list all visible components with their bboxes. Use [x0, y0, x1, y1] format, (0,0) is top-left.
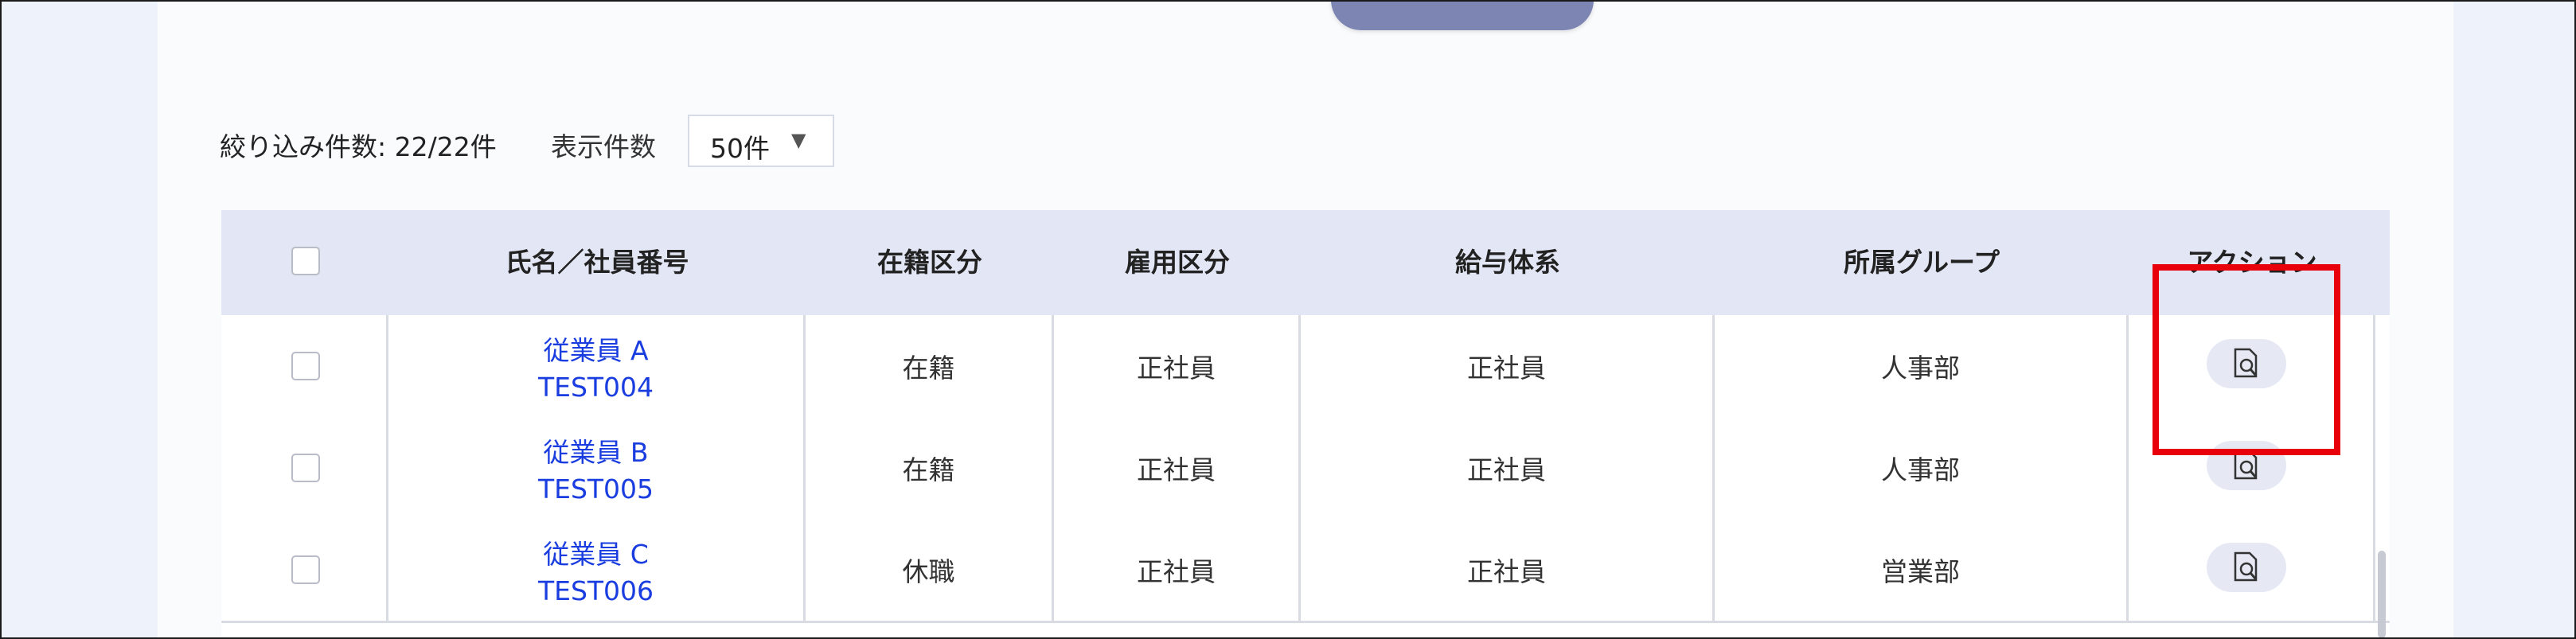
- column-header-pay: 給与体系: [1455, 247, 1560, 278]
- enrollment-cell: 在籍: [806, 417, 1054, 519]
- vertical-scrollbar[interactable]: [2378, 551, 2386, 637]
- checkbox-cell: [221, 519, 388, 621]
- employee-id[interactable]: TEST005: [388, 471, 803, 508]
- screenshot-frame: 絞り込み件数: 22/22件 表示件数 50件 ▼ 氏名／社員番号 在籍区分 雇…: [0, 0, 2576, 639]
- table-row: 従業員 A TEST004 在籍 正社員 正社員 人事部: [221, 315, 2390, 419]
- employee-link[interactable]: 従業員 B TEST005: [388, 434, 803, 508]
- per-page-select[interactable]: 50件 ▼: [688, 115, 834, 167]
- employee-name[interactable]: 従業員 B: [388, 434, 803, 471]
- enrollment-value: 休職: [902, 556, 955, 587]
- filter-count: 絞り込み件数: 22/22件: [220, 131, 497, 162]
- select-all-checkbox[interactable]: [291, 247, 320, 275]
- pay-cell: 正社員: [1301, 519, 1715, 621]
- per-page-label: 表示件数: [551, 131, 656, 162]
- employee-name[interactable]: 従業員 A: [388, 333, 803, 369]
- pay-value: 正社員: [1467, 454, 1546, 485]
- pay-value: 正社員: [1467, 556, 1546, 587]
- group-value: 人事部: [1881, 353, 1960, 384]
- employment-cell: 正社員: [1054, 519, 1301, 621]
- action-cell: [2129, 519, 2375, 621]
- name-cell: 従業員 A TEST004: [388, 315, 806, 417]
- group-value: 営業部: [1881, 556, 1960, 587]
- employee-table: 氏名／社員番号 在籍区分 雇用区分 給与体系 所属グループ アクション 従業員 …: [221, 210, 2390, 637]
- employment-value: 正社員: [1137, 556, 1216, 587]
- group-value: 人事部: [1881, 454, 1960, 485]
- column-header-employment: 雇用区分: [1125, 247, 1230, 278]
- employment-value: 正社員: [1137, 353, 1216, 384]
- row-checkbox[interactable]: [291, 555, 320, 584]
- name-cell: 従業員 C TEST006: [388, 519, 806, 621]
- employee-link[interactable]: 従業員 A TEST004: [388, 333, 803, 406]
- chevron-down-icon: ▼: [791, 129, 806, 151]
- enrollment-value: 在籍: [902, 454, 955, 485]
- employee-name[interactable]: 従業員 C: [388, 536, 803, 573]
- checkbox-cell: [221, 315, 388, 417]
- employee-id[interactable]: TEST006: [388, 573, 803, 610]
- checkbox-cell: [221, 417, 388, 519]
- group-cell: 営業部: [1715, 519, 2129, 621]
- pay-cell: 正社員: [1301, 417, 1715, 519]
- table-row: 従業員 C TEST006 休職 正社員 正社員 営業部: [221, 519, 2390, 623]
- row-checkbox[interactable]: [291, 454, 320, 482]
- highlight-box: [2153, 264, 2340, 455]
- column-header-group: 所属グループ: [1843, 247, 2000, 278]
- table-header: 氏名／社員番号 在籍区分 雇用区分 給与体系 所属グループ アクション: [221, 210, 2390, 315]
- table-row: 従業員 B TEST005 在籍 正社員 正社員 人事部: [221, 417, 2390, 521]
- group-cell: 人事部: [1715, 315, 2129, 417]
- view-details-button[interactable]: [2207, 543, 2286, 592]
- pay-value: 正社員: [1467, 353, 1546, 384]
- column-header-enrollment: 在籍区分: [877, 247, 982, 278]
- pay-cell: 正社員: [1301, 315, 1715, 417]
- per-page-value: 50件: [710, 133, 770, 164]
- search-button[interactable]: [1331, 2, 1594, 30]
- employment-value: 正社員: [1137, 454, 1216, 485]
- enrollment-cell: 休職: [806, 519, 1054, 621]
- row-checkbox[interactable]: [291, 352, 320, 380]
- enrollment-cell: 在籍: [806, 315, 1054, 417]
- employment-cell: 正社員: [1054, 315, 1301, 417]
- group-cell: 人事部: [1715, 417, 2129, 519]
- column-header-name: 氏名／社員番号: [505, 247, 689, 278]
- enrollment-value: 在籍: [902, 353, 955, 384]
- employee-id[interactable]: TEST004: [388, 369, 803, 406]
- name-cell: 従業員 B TEST005: [388, 417, 806, 519]
- document-search-icon: [2234, 551, 2258, 582]
- employee-link[interactable]: 従業員 C TEST006: [388, 536, 803, 610]
- employment-cell: 正社員: [1054, 417, 1301, 519]
